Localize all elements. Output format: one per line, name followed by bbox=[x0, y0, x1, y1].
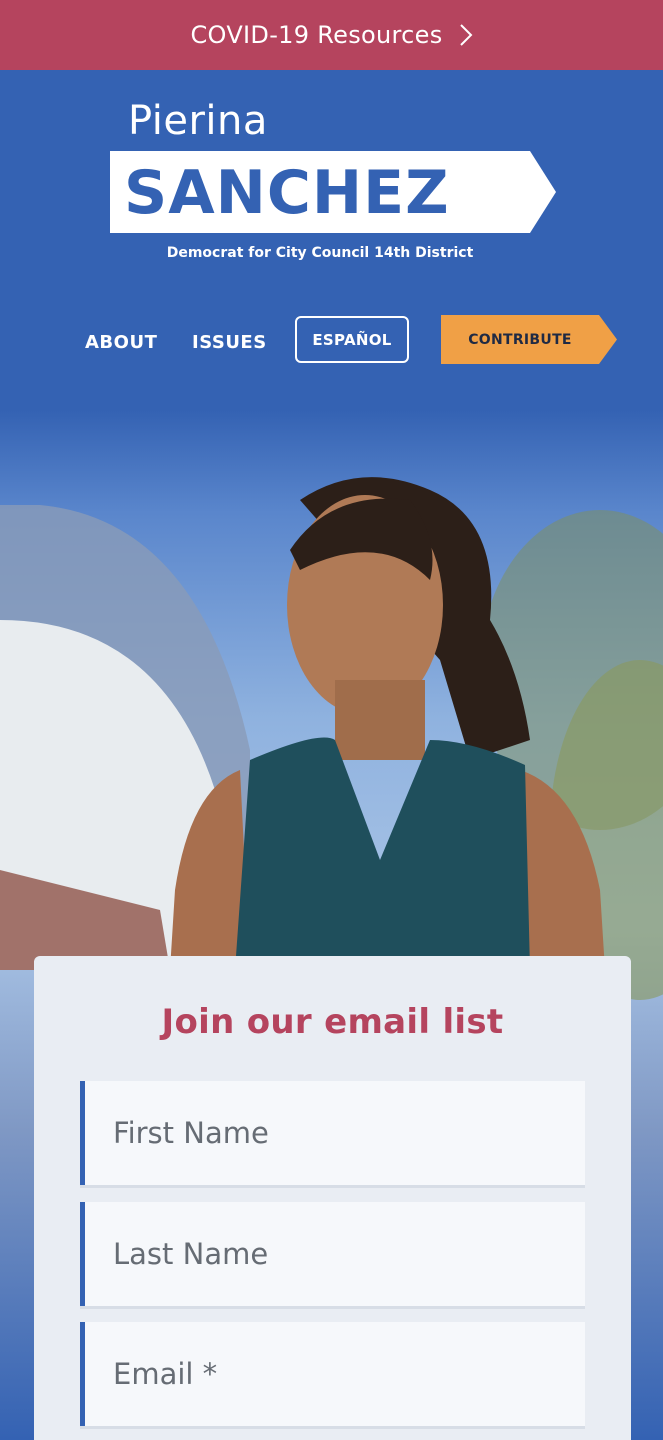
covid-resources-banner[interactable]: COVID-19 Resources bbox=[0, 0, 663, 70]
nav-issues[interactable]: ISSUES bbox=[192, 332, 267, 353]
covid-resources-label: COVID-19 Resources bbox=[190, 21, 443, 49]
logo-first-name-text: Pierina bbox=[128, 98, 268, 144]
nav-about[interactable]: ABOUT bbox=[85, 332, 157, 353]
email-input[interactable] bbox=[85, 1322, 585, 1426]
email-signup-title: Join our email list bbox=[161, 1002, 504, 1042]
email-signup-card: Join our email list bbox=[34, 956, 631, 1440]
email-field-wrapper bbox=[80, 1322, 585, 1426]
contribute-label: CONTRIBUTE bbox=[468, 331, 572, 348]
first-name-input[interactable] bbox=[85, 1081, 585, 1185]
logo-last-name[interactable]: SANCHEZ bbox=[124, 158, 450, 228]
chevron-right-icon bbox=[459, 23, 473, 47]
last-name-field-wrapper bbox=[80, 1202, 585, 1306]
first-name-field-wrapper bbox=[80, 1081, 585, 1185]
site-header: Pierina SANCHEZ Democrat for City Counci… bbox=[0, 70, 663, 410]
logo-tagline: Democrat for City Council 14th District bbox=[166, 245, 474, 261]
nav-espanol-button[interactable]: ESPAÑOL bbox=[295, 316, 409, 363]
contribute-button[interactable]: CONTRIBUTE bbox=[441, 315, 617, 364]
nav-espanol-label: ESPAÑOL bbox=[312, 330, 392, 349]
last-name-input[interactable] bbox=[85, 1202, 585, 1306]
logo-first-name[interactable]: Pierina bbox=[128, 98, 268, 144]
